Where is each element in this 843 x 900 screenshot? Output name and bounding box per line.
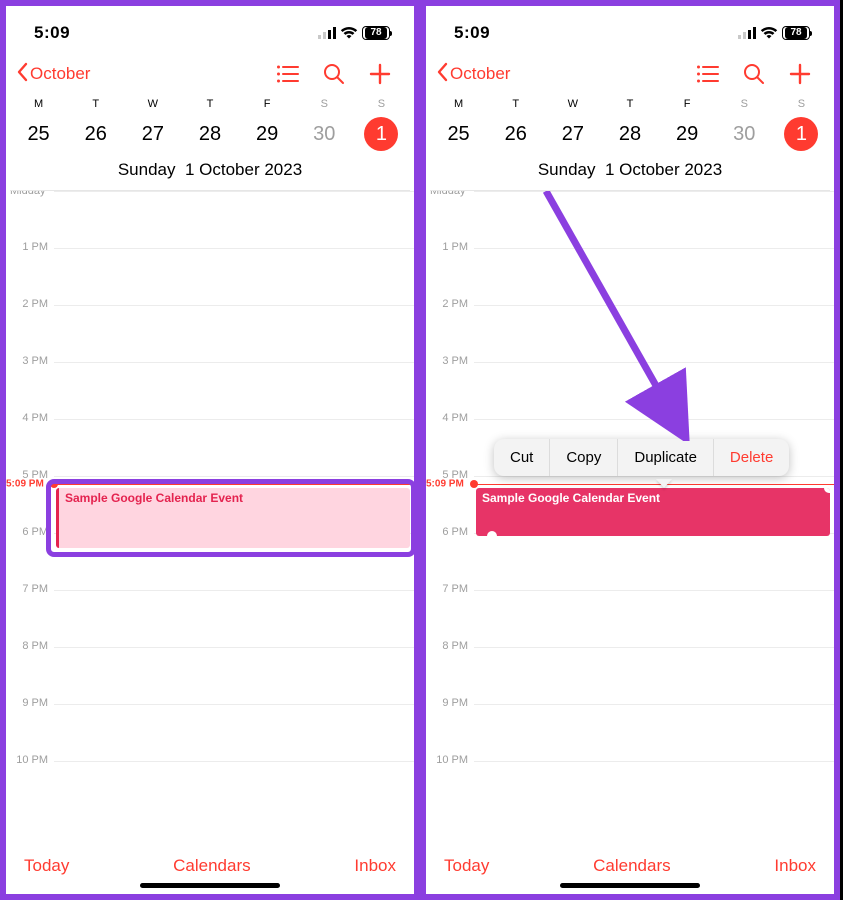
date-title: Sunday 1 October 2023 [10,160,410,191]
week-day-letters: M T W T F S S [430,96,830,112]
event-title: Sample Google Calendar Event [482,491,660,505]
day-timeline[interactable]: Midday 1 PM 2 PM 3 PM 4 PM 5 PM 6 PM 7 P… [426,191,834,811]
calendar-event-selected[interactable]: Sample Google Calendar Event [476,488,830,536]
hour-label: 10 PM [6,754,48,766]
context-duplicate[interactable]: Duplicate [618,439,714,476]
hour-label: 6 PM [6,526,48,538]
inbox-button[interactable]: Inbox [354,856,396,876]
hour-label: 4 PM [426,412,468,424]
list-icon[interactable] [274,60,302,88]
home-indicator[interactable] [560,883,700,888]
week-date-numbers: 25 26 27 28 29 30 1 [10,112,410,160]
add-icon[interactable] [366,60,394,88]
hour-label: 8 PM [6,640,48,652]
date-cell[interactable]: 1 [773,116,830,152]
week-strip: M T W T F S S 25 26 27 28 29 30 1 Sunday… [6,96,414,191]
wifi-icon [760,27,778,39]
context-cut[interactable]: Cut [494,439,550,476]
hour-label: 1 PM [426,241,468,253]
chevron-left-icon [16,62,28,87]
calendar-event[interactable]: Sample Google Calendar Event [56,488,410,548]
date-cell[interactable]: 26 [67,116,124,152]
battery-icon: 78 [782,26,810,40]
date-cell[interactable]: 27 [544,116,601,152]
date-cell[interactable]: 25 [430,116,487,152]
calendars-button[interactable]: Calendars [173,856,251,876]
status-time: 5:09 [454,23,490,43]
now-indicator [54,484,414,485]
nav-header: October [6,52,414,96]
date-cell[interactable]: 1 [353,116,410,152]
hour-label: 7 PM [426,583,468,595]
date-title: Sunday 1 October 2023 [430,160,830,191]
context-delete[interactable]: Delete [714,439,789,476]
home-indicator[interactable] [140,883,280,888]
hour-label: 9 PM [426,697,468,709]
calendars-button[interactable]: Calendars [593,856,671,876]
hour-label: 6 PM [426,526,468,538]
add-icon[interactable] [786,60,814,88]
today-button[interactable]: Today [444,856,489,876]
back-button[interactable]: October [16,62,90,87]
day-timeline[interactable]: Midday 1 PM 2 PM 3 PM 4 PM 5 PM 6 PM 7 P… [6,191,414,811]
today-button[interactable]: Today [24,856,69,876]
chevron-left-icon [436,62,448,87]
now-time-badge: 5:09 PM [426,479,464,490]
status-bar: 5:09 78 [426,6,834,52]
context-menu-pointer [656,479,672,488]
date-cell[interactable]: 26 [487,116,544,152]
midday-label: Midday [10,191,45,197]
date-cell[interactable]: 28 [601,116,658,152]
date-cell[interactable]: 29 [239,116,296,152]
week-strip: M T W T F S S 25 26 27 28 29 30 1 Sunday… [426,96,834,191]
week-day-letters: M T W T F S S [10,96,410,112]
hour-label: 2 PM [6,298,48,310]
date-cell[interactable]: 30 [296,116,353,152]
midday-label: Midday [430,191,465,197]
list-icon[interactable] [694,60,722,88]
now-time-badge: 5:09 PM [6,479,44,490]
context-menu: Cut Copy Duplicate Delete [494,439,789,476]
back-label: October [450,64,510,84]
search-icon[interactable] [320,60,348,88]
date-cell[interactable]: 29 [659,116,716,152]
week-date-numbers: 25 26 27 28 29 30 1 [430,112,830,160]
hour-label: 7 PM [6,583,48,595]
phone-left: 5:09 78 October [0,0,420,900]
nav-header: October [426,52,834,96]
status-bar: 5:09 78 [6,6,414,52]
context-copy[interactable]: Copy [550,439,618,476]
battery-icon: 78 [362,26,390,40]
inbox-button[interactable]: Inbox [774,856,816,876]
wifi-icon [340,27,358,39]
event-title: Sample Google Calendar Event [65,491,243,505]
hour-label: 9 PM [6,697,48,709]
hour-label: 2 PM [426,298,468,310]
back-button[interactable]: October [436,62,510,87]
phone-right: 5:09 78 October [420,0,840,900]
date-cell[interactable]: 27 [124,116,181,152]
back-label: October [30,64,90,84]
cellular-icon [738,27,756,39]
hour-label: 10 PM [426,754,468,766]
now-indicator [474,484,834,485]
date-cell[interactable]: 28 [181,116,238,152]
cellular-icon [318,27,336,39]
hour-label: 3 PM [6,355,48,367]
hour-label: 8 PM [426,640,468,652]
date-cell[interactable]: 25 [10,116,67,152]
hour-label: 4 PM [6,412,48,424]
search-icon[interactable] [740,60,768,88]
hour-label: 3 PM [426,355,468,367]
hour-label: 1 PM [6,241,48,253]
status-time: 5:09 [34,23,70,43]
date-cell[interactable]: 30 [716,116,773,152]
